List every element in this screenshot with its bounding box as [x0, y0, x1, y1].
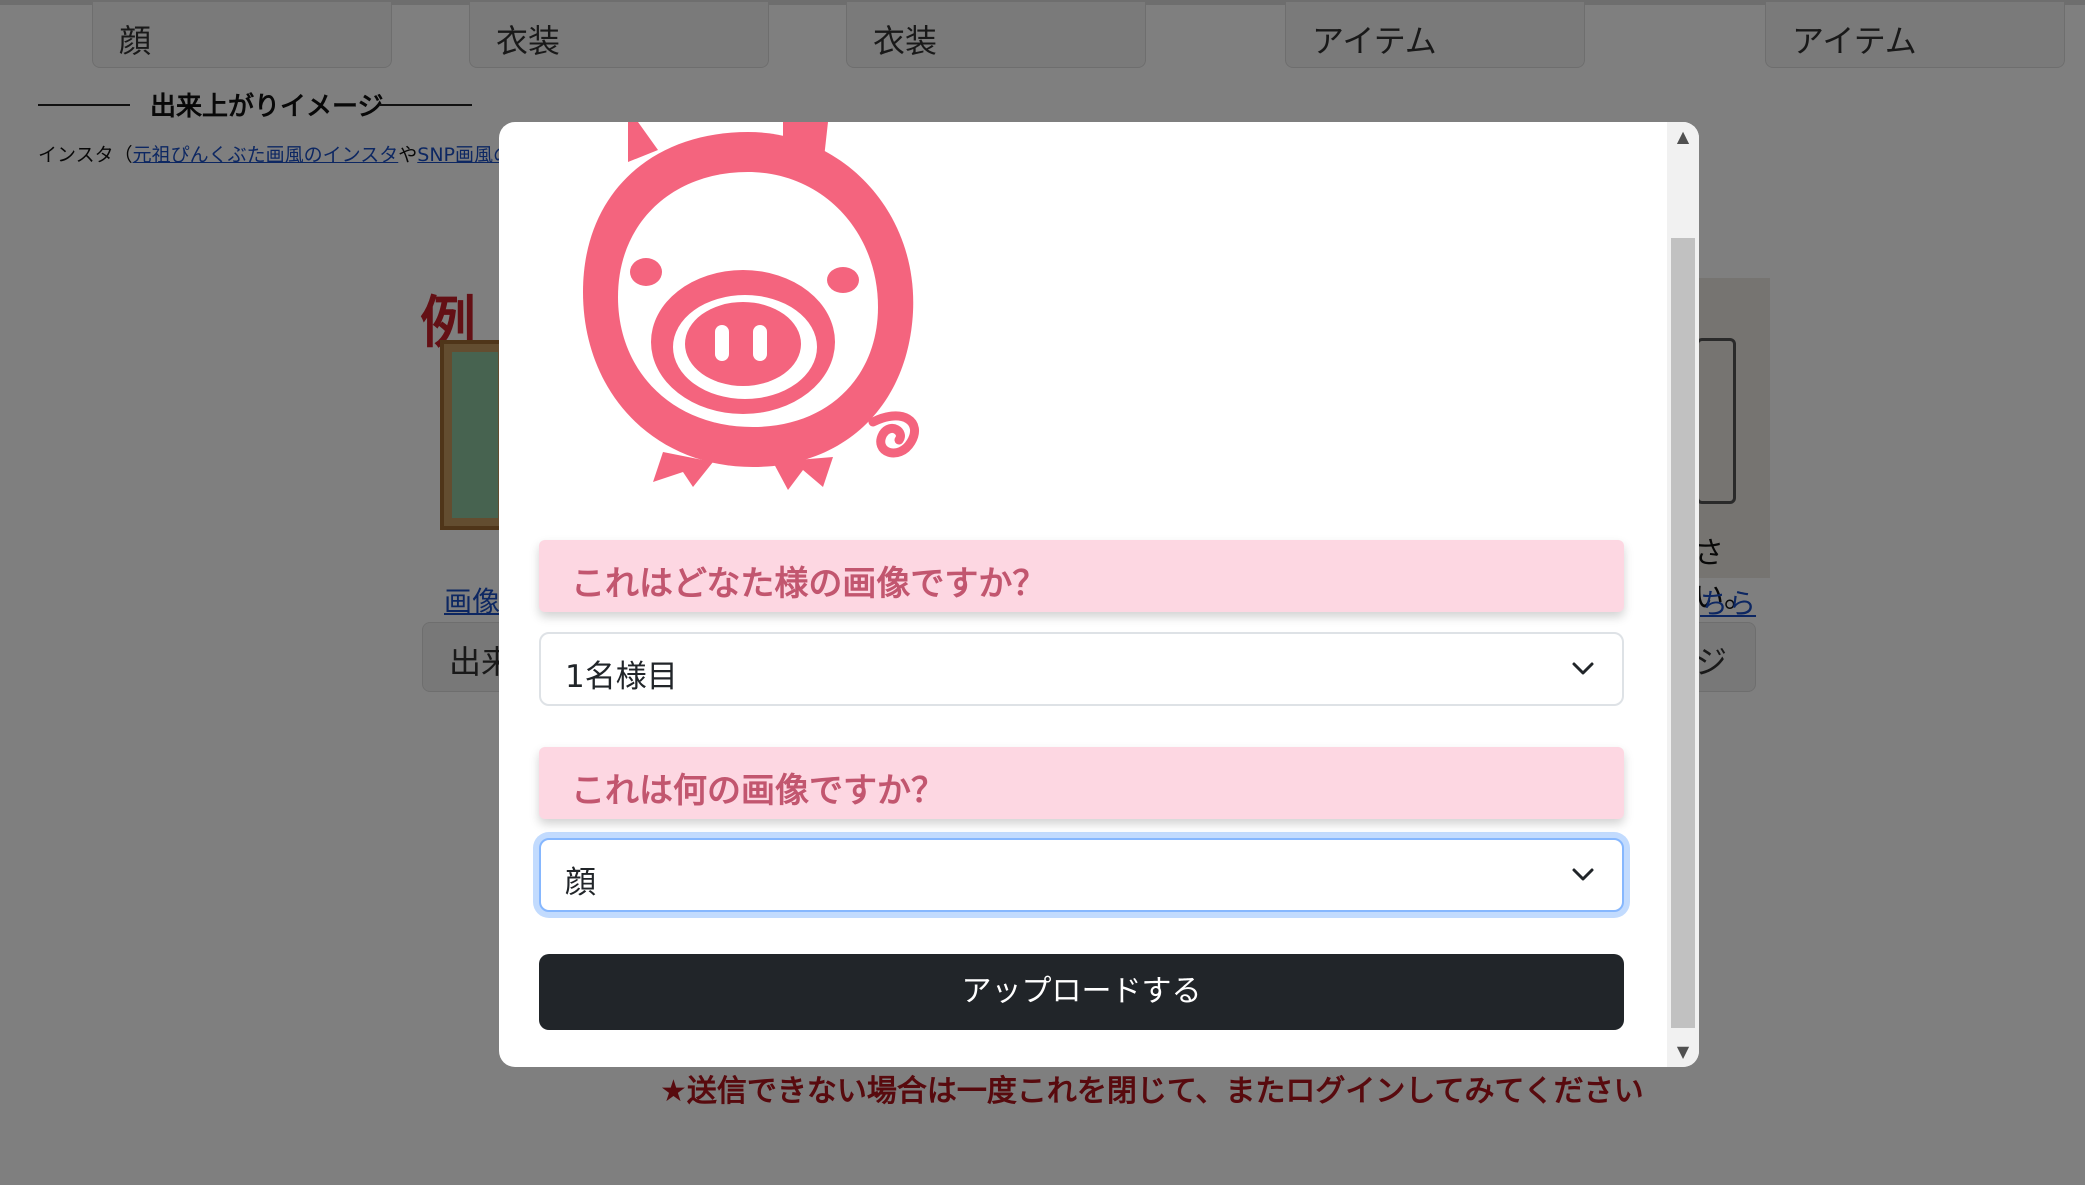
question-person-label: これはどなた様の画像ですか？: [539, 540, 1624, 612]
chevron-down-icon: [1572, 662, 1594, 675]
modal-scrollbar[interactable]: ▲ ▼: [1667, 122, 1699, 1067]
person-select-value: 1名様目: [565, 659, 678, 695]
scroll-down-arrow-icon[interactable]: ▼: [1667, 1037, 1699, 1067]
question-type-label: これは何の画像ですか？: [539, 747, 1624, 819]
image-type-select[interactable]: 顔: [539, 838, 1624, 912]
chevron-down-icon: [1572, 868, 1594, 881]
scroll-up-arrow-icon[interactable]: ▲: [1667, 122, 1699, 152]
image-type-select-value: 顔: [565, 865, 596, 901]
scrollbar-thumb[interactable]: [1671, 238, 1695, 1028]
upload-button[interactable]: アップロードする: [539, 954, 1624, 1030]
person-select[interactable]: 1名様目: [539, 632, 1624, 706]
pig-stamp-logo: [583, 122, 919, 490]
upload-modal: これはどなた様の画像ですか？ 1名様目 これは何の画像ですか？ 顔 アップロード…: [499, 122, 1699, 1067]
